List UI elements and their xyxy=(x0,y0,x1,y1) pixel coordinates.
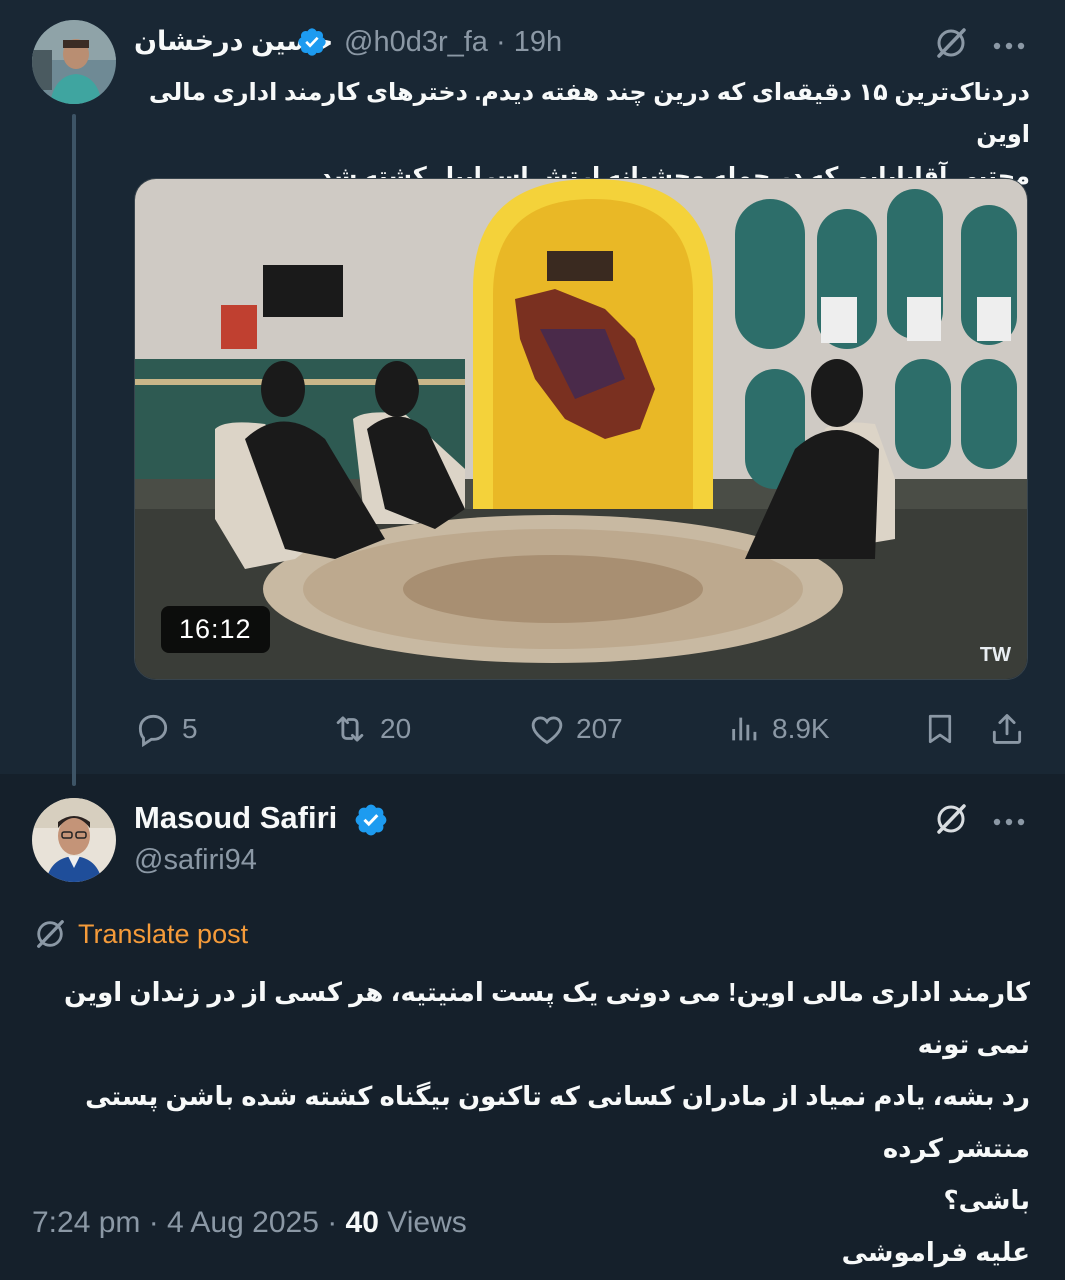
views-button[interactable]: 8.9K xyxy=(728,704,830,754)
heart-icon xyxy=(531,716,563,745)
more-icon[interactable] xyxy=(992,38,1026,56)
grok-icon[interactable] xyxy=(934,26,968,65)
views-label: Views xyxy=(387,1206,467,1239)
quote-author-avatar[interactable] xyxy=(32,798,116,882)
author-handle[interactable]: @h0d3r_fa xyxy=(344,26,488,58)
parent-header: حسین درخشان @h0d3r_fa · 19h xyxy=(134,22,1034,62)
translate-post-label[interactable]: Translate post xyxy=(78,919,248,950)
quote-author-handle[interactable]: @safiri94 xyxy=(134,844,257,877)
video-duration: 16:12 xyxy=(161,606,270,653)
reply-button[interactable]: 5 xyxy=(134,704,198,754)
video-watermark: TW xyxy=(979,644,1011,666)
translate-post-button[interactable]: Translate post xyxy=(34,918,248,950)
views-number: 40 xyxy=(345,1206,379,1239)
share-button[interactable] xyxy=(988,704,1036,754)
quote-author-name[interactable]: Masoud Safiri xyxy=(134,800,337,836)
post-actions: 5 20 207 8.9K xyxy=(134,704,1030,754)
post-metadata: 7:24 pm · 4 Aug 2025 · 40 Views xyxy=(32,1206,467,1240)
quote-text-line: رد بشه، یادم نمیاد از مادران کسانی که تا… xyxy=(85,1081,1030,1163)
parent-text-line: دردناک‌ترین ۱۵ دقیقه‌ای که درین چند هفته… xyxy=(148,79,1030,148)
post-time[interactable]: 19h xyxy=(514,26,562,58)
views-count: 8.9K xyxy=(772,713,830,744)
repost-button[interactable]: 20 xyxy=(330,704,411,754)
reply-icon xyxy=(138,714,168,748)
like-count: 207 xyxy=(576,713,623,744)
thread-line xyxy=(72,114,76,786)
bookmark-icon xyxy=(928,714,952,744)
grok-icon[interactable] xyxy=(934,802,968,841)
verified-badge-icon xyxy=(296,26,328,58)
quote-text-line: کارمند اداری مالی اوین! می دونی یک پست ا… xyxy=(63,977,1030,1059)
views-chart-icon xyxy=(732,717,757,741)
repost-count: 20 xyxy=(380,713,412,744)
author-handle-time[interactable]: @h0d3r_fa · 19h xyxy=(344,26,562,59)
reply-count: 5 xyxy=(182,713,198,744)
parent-post[interactable]: حسین درخشان @h0d3r_fa · 19h دردناک‌ترین … xyxy=(0,0,1065,786)
grok-icon xyxy=(37,920,64,948)
post-timestamp[interactable]: 7:24 pm · 4 Aug 2025 · xyxy=(32,1206,346,1239)
bookmark-button[interactable] xyxy=(922,704,968,754)
video-thumbnail[interactable]: 16:12 TW xyxy=(134,178,1028,680)
repost-icon xyxy=(336,716,364,742)
like-button[interactable]: 207 xyxy=(528,704,623,754)
share-icon xyxy=(992,714,1022,744)
more-icon[interactable] xyxy=(992,814,1026,832)
parent-avatar[interactable] xyxy=(32,20,116,104)
verified-badge-icon xyxy=(353,802,389,838)
